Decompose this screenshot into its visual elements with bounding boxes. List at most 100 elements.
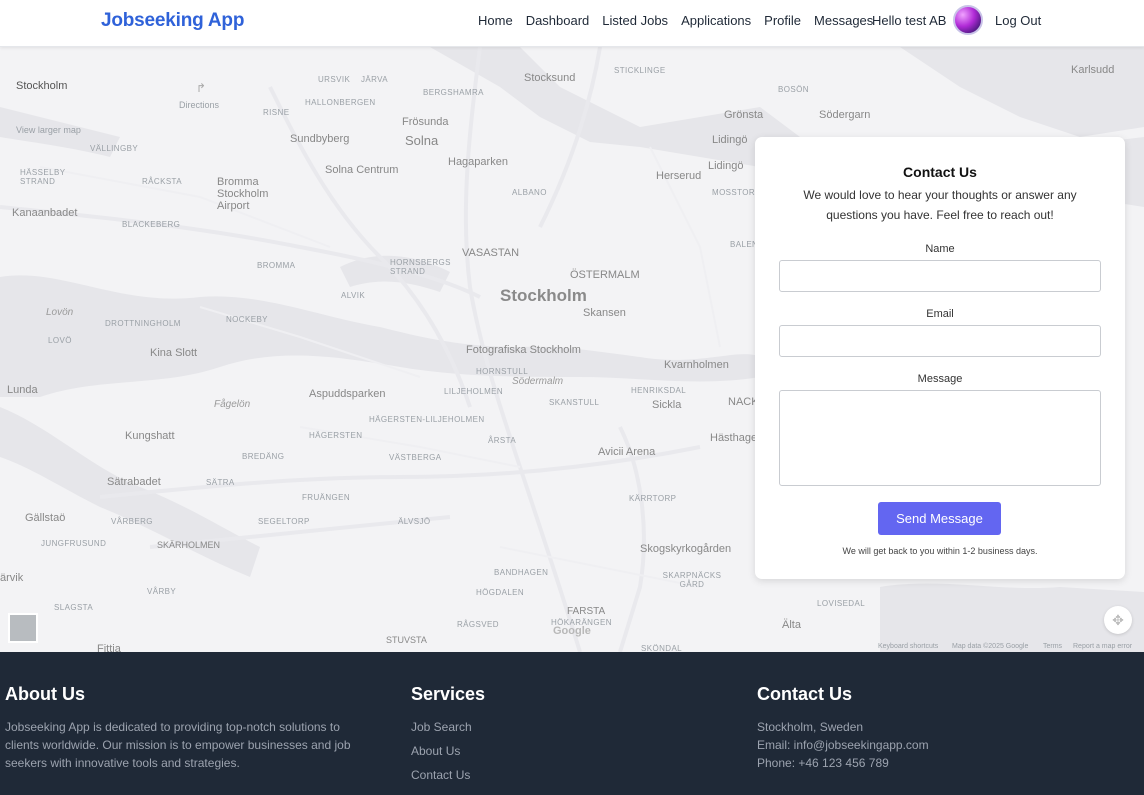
map-label: Fotografiska Stockholm: [466, 344, 581, 356]
map-label: FARSTA: [567, 606, 606, 617]
main-nav: Home Dashboard Listed Jobs Applications …: [478, 13, 886, 28]
user-greeting: Hello test AB: [872, 13, 947, 28]
keyboard-shortcuts-link[interactable]: Keyboard shortcuts: [878, 643, 938, 650]
email-label: Email: [926, 308, 954, 320]
footer-link-contact-us[interactable]: Contact Us: [411, 766, 661, 784]
map-label: Kvarnholmen: [664, 359, 729, 371]
map-label: Lovön: [46, 307, 74, 318]
map-label: Bromma Stockholm Airport: [217, 176, 269, 212]
map-data-attribution: Map data ©2025 Google: [952, 643, 1029, 650]
map-label: ÅRSTA: [488, 436, 517, 445]
map-label: BREDÄNG: [242, 452, 285, 461]
map-label: VASASTAN: [462, 247, 520, 259]
map-label: STUVSTA: [386, 635, 427, 645]
map-label: VÅRBERG: [111, 517, 153, 526]
contact-form-title: Contact Us: [903, 164, 977, 180]
map-label: Älta: [782, 619, 801, 631]
footer-link-about-us[interactable]: About Us: [411, 742, 661, 760]
nav-dashboard[interactable]: Dashboard: [526, 13, 590, 28]
map-label: RÅGSVED: [457, 620, 499, 629]
map-pan-control-icon[interactable]: ✥: [1104, 606, 1132, 634]
map-label: Stocksund: [524, 72, 576, 84]
nav-profile[interactable]: Profile: [764, 13, 801, 28]
send-message-button[interactable]: Send Message: [878, 502, 1001, 535]
map-label: RISNE: [263, 108, 290, 117]
directions-icon[interactable]: ↱: [196, 82, 208, 94]
response-time-note: We will get back to you within 1-2 busin…: [842, 546, 1038, 556]
email-field[interactable]: [779, 325, 1101, 357]
directions-link[interactable]: Directions: [179, 100, 219, 110]
site-footer: About Us Jobseeking App is dedicated to …: [0, 652, 1144, 795]
footer-contact-section: Contact Us Stockholm, Sweden Email: info…: [757, 684, 1057, 772]
top-navbar: Jobseeking App Home Dashboard Listed Job…: [0, 0, 1144, 47]
map-label: Karlsudd: [1071, 64, 1115, 76]
brand-logo[interactable]: Jobseeking App: [101, 10, 244, 32]
map-label: HÄSSELBY STRAND: [20, 168, 66, 186]
map-label: BERGSHAMRA: [423, 88, 484, 97]
google-logo: Google: [553, 625, 591, 637]
footer-link-job-search[interactable]: Job Search: [411, 718, 661, 736]
message-field[interactable]: [779, 390, 1101, 486]
name-field[interactable]: [779, 260, 1101, 292]
map-label: Kanaanbadet: [12, 207, 78, 219]
map-label: NACK: [728, 396, 759, 408]
map-label: BOSÖN: [778, 85, 809, 94]
map-label: Avicii Arena: [598, 446, 656, 458]
footer-about-text: Jobseeking App is dedicated to providing…: [5, 720, 351, 770]
contact-form-card: Contact Us We would love to hear your th…: [755, 137, 1125, 579]
map-label: Skogskyrkogården: [640, 543, 732, 555]
map-label: SKÄRHOLMEN: [157, 540, 221, 550]
map-label: Södermalm: [512, 376, 564, 387]
map-label: VÄSTBERGA: [389, 453, 442, 462]
map-label: LOVISEDAL: [817, 599, 866, 608]
view-larger-map-link[interactable]: View larger map: [16, 125, 81, 135]
map-label: HÖGDALEN: [476, 588, 525, 597]
terms-link[interactable]: Terms: [1043, 643, 1062, 650]
map-label: SKARPNÄCKS GÅRD: [662, 571, 722, 589]
map-label: Gällstaö: [25, 512, 66, 524]
map-label: SEGELTORP: [258, 517, 310, 526]
map-label: Kina Slott: [150, 347, 198, 359]
map-label: VÅRBY: [147, 587, 177, 596]
footer-contact-title: Contact Us: [757, 684, 853, 704]
avatar[interactable]: [953, 5, 983, 35]
map-label: ÖSTERMALM: [570, 269, 640, 281]
logout-link[interactable]: Log Out: [995, 13, 1041, 28]
map-label: BALEN: [730, 240, 759, 249]
map-place-title: Stockholm: [16, 80, 68, 92]
map-label: VÄLLINGBY: [90, 144, 139, 153]
map-label: Herserud: [656, 170, 702, 182]
nav-messages[interactable]: Messages: [814, 13, 873, 28]
map-label: HORNSBERGS STRAND: [390, 258, 451, 276]
nav-applications[interactable]: Applications: [681, 13, 751, 28]
footer-services-section: Services Job Search About Us Contact Us: [411, 684, 661, 790]
map-label: Solna: [405, 133, 439, 148]
map-label: Hästhage: [710, 432, 758, 444]
map-label: HALLONBERGEN: [305, 98, 376, 107]
footer-contact-location: Stockholm, Sweden: [757, 720, 864, 734]
map-label: HÄGERSTEN-LILJEHOLMEN: [369, 415, 485, 424]
map-label: SÄTRA: [206, 478, 235, 487]
map-label: SKÖNDAL: [641, 644, 683, 652]
map-label: KÄRRTORP: [629, 494, 677, 503]
map-label: SKANSTULL: [549, 398, 600, 407]
map-label: JÄRVA: [361, 75, 389, 84]
map-label: HENRIKSDAL: [631, 386, 687, 395]
footer-services-title: Services: [411, 684, 486, 704]
nav-home[interactable]: Home: [478, 13, 513, 28]
map-label: Sätrabadet: [107, 476, 161, 488]
map-label: ÄLVSJÖ: [398, 517, 431, 526]
map-label: LILJEHOLMEN: [444, 387, 504, 396]
map-label: ALBANO: [512, 188, 547, 197]
map-label: Hagaparken: [448, 156, 508, 168]
nav-listed-jobs[interactable]: Listed Jobs: [602, 13, 668, 28]
footer-about-title: About Us: [5, 684, 85, 704]
map-label: Fågelön: [214, 399, 251, 410]
report-map-error-link[interactable]: Report a map error: [1073, 643, 1132, 650]
map-label: SLAGSTA: [54, 603, 94, 612]
map-type-toggle[interactable]: [8, 613, 38, 643]
map-label: NOCKEBY: [226, 315, 268, 324]
map-label: BLACKEBERG: [122, 220, 181, 229]
map-label: Lidingö: [708, 160, 744, 172]
map-label: Frösunda: [402, 116, 449, 128]
